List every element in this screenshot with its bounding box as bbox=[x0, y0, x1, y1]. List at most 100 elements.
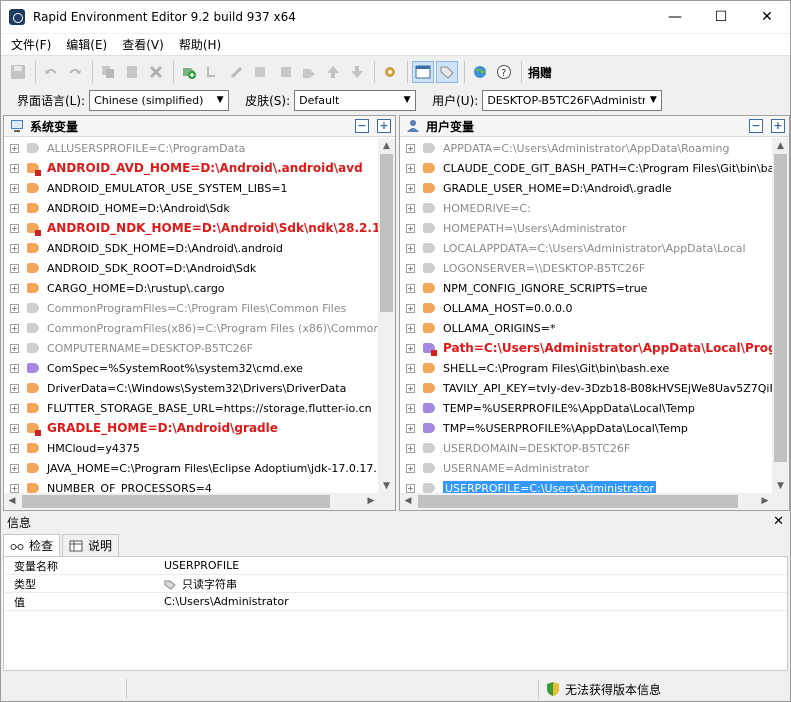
expand-icon[interactable]: + bbox=[10, 223, 19, 233]
variable-row[interactable]: + ANDROID_HOME=D:\Android\Sdk bbox=[4, 198, 379, 218]
paste-value-icon[interactable] bbox=[274, 61, 296, 83]
variable-row[interactable]: + NPM_CONFIG_IGNORE_SCRIPTS=true bbox=[400, 278, 773, 298]
delete-icon[interactable] bbox=[145, 61, 167, 83]
expand-icon[interactable]: + bbox=[10, 143, 19, 153]
variable-row[interactable]: + CLAUDE_CODE_GIT_BASH_PATH=C:\Program Fi… bbox=[400, 158, 773, 178]
variable-row[interactable]: + ALLUSERSPROFILE=C:\ProgramData bbox=[4, 138, 379, 158]
scrollbar-thumb[interactable] bbox=[380, 154, 393, 312]
menu-help[interactable]: 帮助(H) bbox=[169, 36, 226, 53]
add-variable-icon[interactable] bbox=[178, 61, 200, 83]
expand-icon[interactable]: + bbox=[10, 423, 19, 433]
expand-icon[interactable]: + bbox=[10, 343, 19, 353]
expand-all-button[interactable]: + bbox=[771, 119, 785, 133]
expand-icon[interactable]: + bbox=[406, 383, 415, 393]
expand-icon[interactable]: + bbox=[10, 323, 19, 333]
scroll-left-arrow[interactable]: ◀ bbox=[4, 493, 20, 510]
scroll-up-arrow[interactable]: ▲ bbox=[772, 138, 789, 154]
move-down-icon[interactable] bbox=[346, 61, 368, 83]
variable-row[interactable]: + ANDROID_EMULATOR_USE_SYSTEM_LIBS=1 bbox=[4, 178, 379, 198]
undo-icon[interactable] bbox=[40, 61, 62, 83]
user-horizontal-scrollbar[interactable]: ◀ ▶ bbox=[400, 493, 773, 510]
variable-row[interactable]: + LOCALAPPDATA=C:\Users\Administrator\App… bbox=[400, 238, 773, 258]
expand-icon[interactable]: + bbox=[10, 443, 19, 453]
variable-row[interactable]: + HOMEDRIVE=C: bbox=[400, 198, 773, 218]
menu-edit[interactable]: 编辑(E) bbox=[56, 36, 112, 53]
close-button[interactable]: ✕ bbox=[744, 1, 790, 33]
expand-icon[interactable]: + bbox=[10, 303, 19, 313]
expand-icon[interactable]: + bbox=[10, 363, 19, 373]
variable-row[interactable]: + TMP=%USERPROFILE%\AppData\Local\Temp bbox=[400, 418, 773, 438]
tag-icon[interactable] bbox=[298, 61, 320, 83]
variable-row[interactable]: + ANDROID_AVD_HOME=D:\Android\.android\av… bbox=[4, 158, 379, 178]
close-icon[interactable]: ✕ bbox=[773, 514, 784, 529]
variable-row[interactable]: + CARGO_HOME=D:\rustup\.cargo bbox=[4, 278, 379, 298]
minimize-button[interactable]: — bbox=[652, 1, 698, 33]
tags-icon[interactable] bbox=[436, 61, 458, 83]
scrollbar-thumb[interactable] bbox=[418, 495, 738, 508]
expand-icon[interactable]: + bbox=[10, 243, 19, 253]
scroll-up-arrow[interactable]: ▲ bbox=[378, 138, 395, 154]
system-vertical-scrollbar[interactable]: ▲ ▼ bbox=[378, 138, 395, 494]
expand-icon[interactable]: + bbox=[406, 243, 415, 253]
expand-icon[interactable]: + bbox=[10, 263, 19, 273]
view-icon[interactable] bbox=[412, 61, 434, 83]
variable-row[interactable]: + OLLAMA_HOST=0.0.0.0 bbox=[400, 298, 773, 318]
scroll-left-arrow[interactable]: ◀ bbox=[400, 493, 416, 510]
expand-icon[interactable]: + bbox=[406, 403, 415, 413]
expand-icon[interactable]: + bbox=[10, 483, 19, 493]
variable-row[interactable]: + ANDROID_SDK_HOME=D:\Android\.android bbox=[4, 238, 379, 258]
expand-icon[interactable]: + bbox=[406, 363, 415, 373]
scroll-right-arrow[interactable]: ▶ bbox=[757, 493, 773, 510]
scrollbar-thumb[interactable] bbox=[774, 154, 787, 462]
expand-icon[interactable]: + bbox=[406, 183, 415, 193]
expand-icon[interactable]: + bbox=[406, 483, 415, 493]
variable-row[interactable]: + COMPUTERNAME=DESKTOP-B5TC26F bbox=[4, 338, 379, 358]
variable-row[interactable]: + HOMEPATH=\Users\Administrator bbox=[400, 218, 773, 238]
move-up-icon[interactable] bbox=[322, 61, 344, 83]
variable-row[interactable]: + TAVILY_API_KEY=tvly-dev-3Dzb18-B08kHVSE… bbox=[400, 378, 773, 398]
expand-icon[interactable]: + bbox=[406, 463, 415, 473]
variable-row[interactable]: + USERDOMAIN=DESKTOP-B5TC26F bbox=[400, 438, 773, 458]
menu-file[interactable]: 文件(F) bbox=[1, 36, 56, 53]
copy-icon[interactable] bbox=[97, 61, 119, 83]
expand-all-button[interactable]: + bbox=[377, 119, 391, 133]
add-value-icon[interactable] bbox=[202, 61, 224, 83]
settings-icon[interactable] bbox=[379, 61, 401, 83]
redo-icon[interactable] bbox=[64, 61, 86, 83]
variable-row[interactable]: + SHELL=C:\Program Files\Git\bin\bash.exe bbox=[400, 358, 773, 378]
save-icon[interactable] bbox=[7, 61, 29, 83]
variable-row[interactable]: + ANDROID_SDK_ROOT=D:\Android\Sdk bbox=[4, 258, 379, 278]
expand-icon[interactable]: + bbox=[10, 203, 19, 213]
edit-icon[interactable] bbox=[226, 61, 248, 83]
expand-icon[interactable]: + bbox=[10, 463, 19, 473]
help-icon[interactable]: ? bbox=[493, 61, 515, 83]
variable-row[interactable]: + JAVA_HOME=C:\Program Files\Eclipse Adop… bbox=[4, 458, 379, 478]
expand-icon[interactable]: + bbox=[10, 403, 19, 413]
scroll-down-arrow[interactable]: ▼ bbox=[772, 478, 789, 494]
tab-description[interactable]: 说明 bbox=[62, 534, 120, 556]
expand-icon[interactable]: + bbox=[406, 423, 415, 433]
expand-icon[interactable]: + bbox=[10, 283, 19, 293]
variable-row[interactable]: + USERNAME=Administrator bbox=[400, 458, 773, 478]
collapse-all-button[interactable]: − bbox=[355, 119, 369, 133]
expand-icon[interactable]: + bbox=[406, 203, 415, 213]
variable-row[interactable]: + HMCloud=y4375 bbox=[4, 438, 379, 458]
scroll-down-arrow[interactable]: ▼ bbox=[378, 478, 395, 494]
expand-icon[interactable]: + bbox=[406, 323, 415, 333]
variable-row[interactable]: + GRADLE_HOME=D:\Android\gradle bbox=[4, 418, 379, 438]
variable-row[interactable]: + TEMP=%USERPROFILE%\AppData\Local\Temp bbox=[400, 398, 773, 418]
expand-icon[interactable]: + bbox=[406, 443, 415, 453]
language-select[interactable]: Chinese (simplified) ▼ bbox=[89, 89, 230, 111]
scroll-right-arrow[interactable]: ▶ bbox=[363, 493, 379, 510]
menu-view[interactable]: 查看(V) bbox=[112, 36, 169, 53]
expand-icon[interactable]: + bbox=[406, 343, 415, 353]
tab-inspect[interactable]: 检查 bbox=[3, 534, 61, 556]
expand-icon[interactable]: + bbox=[406, 223, 415, 233]
variable-row[interactable]: + OLLAMA_ORIGINS=* bbox=[400, 318, 773, 338]
variable-row[interactable]: + CommonProgramFiles(x86)=C:\Program File… bbox=[4, 318, 379, 338]
variable-row[interactable]: + ANDROID_NDK_HOME=D:\Android\Sdk\ndk\28.… bbox=[4, 218, 379, 238]
variable-row[interactable]: + LOGONSERVER=\\DESKTOP-B5TC26F bbox=[400, 258, 773, 278]
skin-select[interactable]: Default ▼ bbox=[294, 89, 417, 111]
web-icon[interactable] bbox=[469, 61, 491, 83]
variable-row[interactable]: + Path=C:\Users\Administrator\AppData\Loc… bbox=[400, 338, 773, 358]
